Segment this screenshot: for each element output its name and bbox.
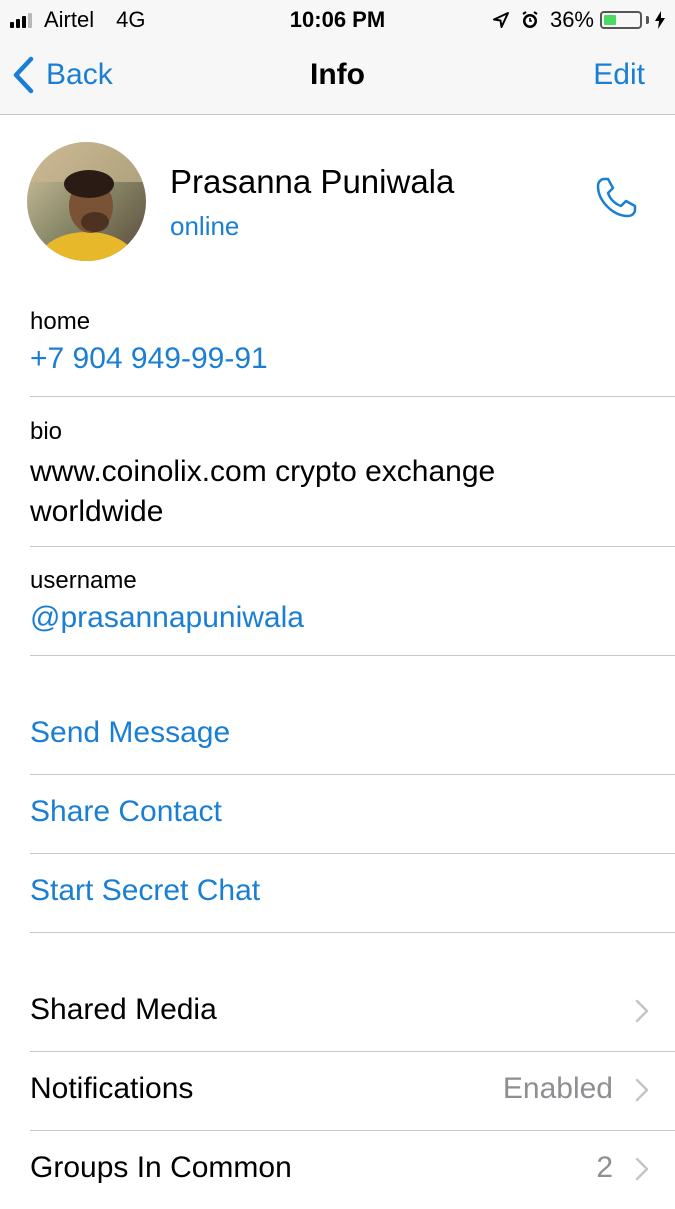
alarm-icon xyxy=(520,10,540,30)
phone-field[interactable]: home +7 904 949-99-91 xyxy=(30,308,675,376)
chevron-left-icon xyxy=(13,56,34,94)
back-label: Back xyxy=(46,58,113,91)
divider xyxy=(30,853,675,854)
profile-header: Prasanna Puniwala online xyxy=(0,115,675,295)
battery-icon xyxy=(600,11,642,29)
bio-label: bio xyxy=(30,418,63,445)
divider xyxy=(30,655,675,656)
status-bar: Airtel 4G 10:06 PM 36% xyxy=(0,0,675,40)
contact-name: Prasanna Puniwala xyxy=(170,163,455,200)
share-contact-button[interactable]: Share Contact xyxy=(30,795,222,829)
groups-in-common-label: Groups In Common xyxy=(30,1151,292,1184)
charging-bolt-icon xyxy=(655,11,665,29)
shared-media-row[interactable]: Shared Media xyxy=(30,973,675,1051)
call-button[interactable] xyxy=(593,175,639,226)
username-label: username xyxy=(30,567,137,594)
bio-text: www.coinolix.com crypto exchange worldwi… xyxy=(30,452,590,532)
groups-in-common-count: 2 xyxy=(596,1151,613,1184)
start-secret-chat-button[interactable]: Start Secret Chat xyxy=(30,874,260,908)
navigation-bar: Back Info Edit xyxy=(0,40,675,115)
phone-icon xyxy=(596,177,637,218)
notifications-value: Enabled xyxy=(502,1072,613,1105)
shared-media-label: Shared Media xyxy=(30,993,217,1026)
notifications-row[interactable]: Notifications Enabled xyxy=(30,1052,675,1130)
phone-label: home xyxy=(30,308,91,335)
chevron-right-icon xyxy=(635,1078,649,1102)
edit-button[interactable]: Edit xyxy=(593,58,645,92)
battery-percent: 36% xyxy=(549,7,594,32)
groups-in-common-row[interactable]: Groups In Common 2 xyxy=(30,1131,675,1209)
back-button[interactable]: Back xyxy=(12,56,113,94)
username-field[interactable]: username @prasannapuniwala xyxy=(30,567,675,635)
divider xyxy=(30,932,675,933)
avatar[interactable] xyxy=(27,142,146,261)
notifications-label: Notifications xyxy=(30,1072,194,1105)
location-arrow-icon xyxy=(492,11,510,29)
bio-line: worldwide xyxy=(30,495,164,528)
chevron-right-icon xyxy=(635,1157,649,1181)
divider xyxy=(30,396,675,397)
username-value[interactable]: @prasannapuniwala xyxy=(30,601,675,635)
divider xyxy=(30,546,675,547)
chevron-right-icon xyxy=(635,999,649,1023)
status-right: 36% xyxy=(492,7,665,33)
battery-level-fill xyxy=(604,15,616,25)
send-message-button[interactable]: Send Message xyxy=(30,716,230,750)
phone-number[interactable]: +7 904 949-99-91 xyxy=(30,342,675,376)
bio-line: www.coinolix.com crypto exchange xyxy=(30,455,496,488)
bio-field: bio www.coinolix.com crypto exchange wor… xyxy=(30,418,675,532)
divider xyxy=(30,774,675,775)
online-status: online xyxy=(170,211,240,241)
battery-tip xyxy=(646,16,649,24)
